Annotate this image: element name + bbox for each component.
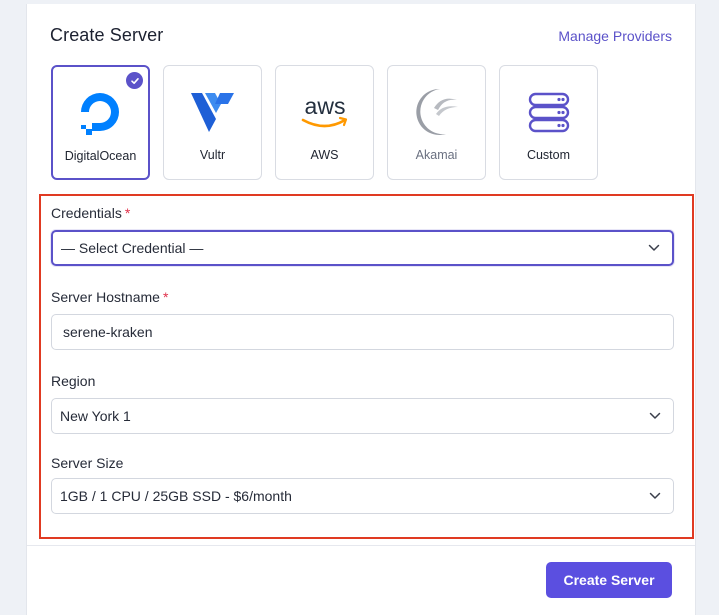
svg-text:aws: aws (304, 93, 345, 119)
create-server-button[interactable]: Create Server (546, 562, 672, 598)
chevron-down-icon (649, 412, 661, 419)
provider-name: AWS (310, 148, 339, 162)
manage-providers-link[interactable]: Manage Providers (558, 28, 672, 44)
provider-custom[interactable]: Custom (499, 65, 598, 180)
chevron-down-icon (648, 244, 660, 251)
server-size-select[interactable]: 1GB / 1 CPU / 25GB SSD - $6/month (51, 478, 674, 514)
digitalocean-logo-icon (71, 83, 131, 143)
required-mark: * (162, 289, 169, 305)
required-mark: * (124, 205, 131, 221)
server-stack-icon (519, 82, 579, 142)
provider-name: DigitalOcean (64, 149, 137, 163)
credentials-select[interactable]: — Select Credential — (51, 230, 674, 266)
hostname-label: Server Hostname * (51, 289, 169, 305)
footer-divider (27, 545, 695, 546)
provider-digitalocean[interactable]: DigitalOcean (51, 65, 150, 180)
provider-aws[interactable]: aws AWS (275, 65, 374, 180)
server-config-form: Credentials * — Select Credential — Serve… (39, 194, 694, 539)
credentials-label: Credentials * (51, 205, 131, 221)
akamai-logo-icon (407, 82, 467, 142)
region-select-value: New York 1 (60, 408, 131, 424)
selected-check-icon (126, 72, 143, 89)
server-size-select-value: 1GB / 1 CPU / 25GB SSD - $6/month (60, 488, 292, 504)
hostname-input[interactable]: serene-kraken (51, 314, 674, 350)
region-label: Region (51, 373, 96, 389)
aws-logo-icon: aws (295, 82, 355, 142)
region-select[interactable]: New York 1 (51, 398, 674, 434)
create-server-card: Create Server Manage Providers DigitalOc… (26, 4, 696, 615)
credentials-select-value: — Select Credential — (61, 240, 204, 256)
provider-akamai[interactable]: Akamai (387, 65, 486, 180)
vultr-logo-icon (183, 82, 243, 142)
chevron-down-icon (649, 492, 661, 499)
provider-list: DigitalOcean Vultr aws AWS Akamai Custom (51, 65, 598, 180)
provider-vultr[interactable]: Vultr (163, 65, 262, 180)
provider-name: Vultr (199, 148, 226, 162)
page-title: Create Server (50, 25, 164, 45)
provider-name: Akamai (415, 148, 458, 162)
hostname-input-value: serene-kraken (63, 324, 153, 340)
provider-name: Custom (526, 148, 571, 162)
server-size-label: Server Size (51, 455, 124, 471)
